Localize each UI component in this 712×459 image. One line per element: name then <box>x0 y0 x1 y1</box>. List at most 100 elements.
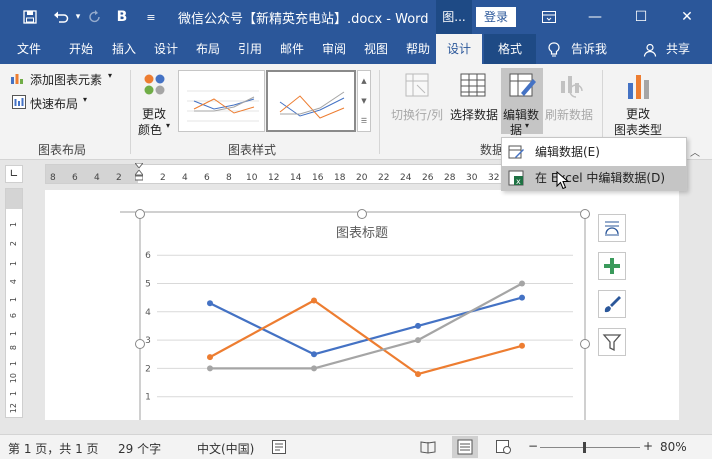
data-point[interactable] <box>415 322 421 329</box>
data-point[interactable] <box>207 365 213 372</box>
ruler-number: 4 <box>182 173 188 183</box>
data-point[interactable] <box>207 300 213 307</box>
ruler-number: 14 <box>290 173 302 183</box>
undo-icon[interactable] <box>50 0 72 34</box>
ruler-number: 2 <box>116 173 122 183</box>
quick-layout-button[interactable]: 快速布局 <box>30 95 78 112</box>
change-colors-dropdown-icon[interactable]: ▾ <box>166 121 170 130</box>
data-point[interactable] <box>519 280 525 287</box>
ruler-number: 2 <box>9 241 18 247</box>
ribbon-display-icon[interactable] <box>526 0 572 34</box>
chart-filters-button[interactable] <box>598 328 626 356</box>
track-changes-icon[interactable] <box>272 440 286 454</box>
gallery-up-icon[interactable]: ▲ <box>358 71 370 91</box>
zoom-out-icon[interactable]: − <box>528 439 538 453</box>
y-tick-label: 5 <box>145 280 151 290</box>
change-chart-type-label-1[interactable]: 更改 <box>626 105 650 122</box>
tab-help[interactable]: 帮助 <box>398 34 438 64</box>
status-bar: 第 1 页，共 1 页 29 个字 中文(中国) − + 80% <box>0 434 712 459</box>
tab-selector[interactable]: ∟ <box>5 165 23 183</box>
menu-item-edit-in-excel[interactable]: x 在 Excel 中编辑数据(D) <box>502 166 686 190</box>
tab-file[interactable]: 文件 <box>4 34 54 64</box>
tab-chart-format[interactable]: 格式 <box>484 34 536 64</box>
tab-references[interactable]: 引用 <box>230 34 270 64</box>
menu-item-edit-data[interactable]: 编辑数据(E) <box>502 140 686 164</box>
undo-dropdown-icon[interactable]: ▾ <box>73 0 83 34</box>
tab-review[interactable]: 审阅 <box>314 34 354 64</box>
redo-icon[interactable] <box>86 0 104 34</box>
change-chart-type-label-2[interactable]: 图表类型 <box>614 121 662 138</box>
series-line-1[interactable] <box>209 296 523 356</box>
chart-elements-button[interactable] <box>598 252 626 280</box>
resize-handle[interactable] <box>580 209 590 219</box>
refresh-data-button[interactable]: 刷新数据 <box>545 106 593 123</box>
chart-object[interactable]: 图表标题 1 2 3 4 5 6 <box>45 190 679 420</box>
close-icon[interactable]: ✕ <box>664 0 710 34</box>
chart-title[interactable]: 图表标题 <box>336 226 388 241</box>
tab-view[interactable]: 视图 <box>356 34 396 64</box>
bold-button[interactable]: B <box>114 0 130 34</box>
data-point[interactable] <box>415 371 421 378</box>
tab-insert[interactable]: 插入 <box>104 34 144 64</box>
tab-layout[interactable]: 布局 <box>188 34 228 64</box>
ruler-number: 18 <box>334 173 346 183</box>
data-point[interactable] <box>311 297 317 304</box>
add-chart-element-button[interactable]: 添加图表元素 <box>30 71 102 88</box>
change-colors-label-2[interactable]: 颜色 <box>138 121 162 138</box>
chart-styles-button[interactable] <box>598 290 626 318</box>
ruler-number: 12 <box>9 403 18 414</box>
data-point[interactable] <box>415 337 421 344</box>
resize-handle[interactable] <box>580 339 590 349</box>
vertical-ruler[interactable]: 1 2 1 4 1 6 1 8 1 10 1 12 <box>5 188 23 418</box>
zoom-slider[interactable] <box>540 447 640 448</box>
resize-handle[interactable] <box>135 209 145 219</box>
data-point[interactable] <box>519 294 525 301</box>
minimize-icon[interactable]: — <box>572 0 618 34</box>
person-icon <box>642 34 658 64</box>
tab-design[interactable]: 设计 <box>146 34 186 64</box>
gallery-scrollbar[interactable]: ▲ ▼ ☰ <box>357 70 371 132</box>
login-button[interactable]: 登录 <box>476 7 516 27</box>
language[interactable]: 中文(中国) <box>197 440 254 457</box>
data-point[interactable] <box>311 351 317 358</box>
page-count[interactable]: 第 1 页，共 1 页 <box>8 440 99 457</box>
print-layout-button[interactable] <box>452 436 478 458</box>
zoom-level[interactable]: 80% <box>660 440 687 454</box>
read-mode-icon[interactable] <box>420 440 436 454</box>
ruler-number: 20 <box>356 173 368 183</box>
quick-layout-dropdown-icon[interactable]: ▾ <box>83 95 87 104</box>
resize-handle[interactable] <box>357 209 367 219</box>
chart-style-thumbnail-1[interactable] <box>178 70 265 132</box>
collapse-ribbon-icon[interactable]: ︿ <box>690 144 700 159</box>
zoom-in-icon[interactable]: + <box>643 439 653 453</box>
gallery-down-icon[interactable]: ▼ <box>358 91 370 111</box>
word-count[interactable]: 29 个字 <box>118 440 161 457</box>
indent-marker-icon[interactable] <box>133 162 145 185</box>
save-icon[interactable] <box>18 0 42 34</box>
edit-data-dropdown-icon[interactable]: ▾ <box>525 121 529 130</box>
web-layout-icon[interactable] <box>496 440 512 454</box>
edit-data-label-2[interactable]: 据 <box>510 121 522 138</box>
resize-handle[interactable] <box>135 339 145 349</box>
zoom-slider-thumb[interactable] <box>583 442 586 453</box>
change-colors-label-1[interactable]: 更改 <box>142 105 166 122</box>
maximize-icon[interactable]: ☐ <box>618 0 664 34</box>
data-point[interactable] <box>207 354 213 361</box>
chart-style-thumbnail-2[interactable] <box>266 70 356 132</box>
switch-row-column-button[interactable]: 切换行/列 <box>391 106 443 123</box>
chart-layout-options-button[interactable] <box>598 214 626 242</box>
mouse-cursor-icon <box>556 171 570 190</box>
data-point[interactable] <box>519 342 525 349</box>
select-data-button[interactable]: 选择数据 <box>450 106 498 123</box>
share-button[interactable]: 共享 <box>660 34 696 64</box>
data-point[interactable] <box>311 365 317 372</box>
gallery-more-icon[interactable]: ☰ <box>358 111 370 131</box>
customize-icon[interactable]: ≡ <box>144 0 158 34</box>
tab-mailings[interactable]: 邮件 <box>272 34 312 64</box>
tab-chart-design[interactable]: 设计 <box>436 34 482 64</box>
palette-icon <box>141 73 171 103</box>
tell-me-search[interactable]: 告诉我 <box>566 34 612 64</box>
tab-home[interactable]: 开始 <box>58 34 104 64</box>
document-page[interactable]: 图表标题 1 2 3 4 5 6 <box>45 190 679 420</box>
add-chart-element-dropdown-icon[interactable]: ▾ <box>108 71 112 80</box>
